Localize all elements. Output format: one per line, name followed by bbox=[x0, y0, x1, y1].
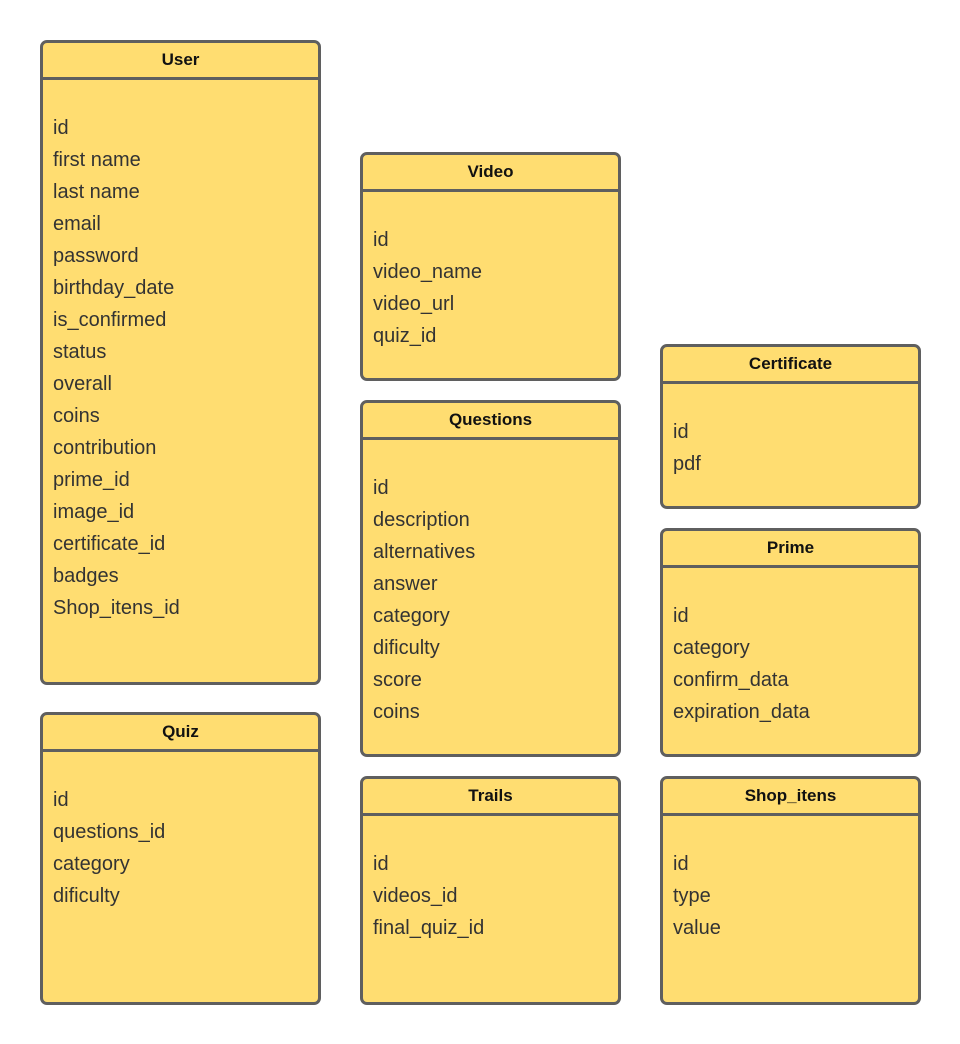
entity-field: status bbox=[53, 341, 107, 363]
entity-field: video_url bbox=[373, 293, 455, 315]
entity-field: email bbox=[53, 213, 101, 235]
entity-fields: id pdf bbox=[663, 384, 918, 480]
entity-field: first name bbox=[53, 149, 141, 171]
entity-field: overall bbox=[53, 373, 112, 395]
entity-field: description bbox=[373, 509, 470, 531]
entity-fields: id video_name video_url quiz_id bbox=[363, 192, 618, 352]
entity-field: badges bbox=[53, 565, 119, 587]
entity-field: questions_id bbox=[53, 821, 166, 843]
entity-field: id bbox=[373, 853, 389, 875]
entity-field: prime_id bbox=[53, 469, 130, 491]
entity-fields: id type value bbox=[663, 816, 918, 944]
entity-title: Quiz bbox=[43, 715, 318, 752]
entity-field: confirm_data bbox=[673, 669, 789, 691]
entity-title: Shop_itens bbox=[663, 779, 918, 816]
entity-fields: id questions_id category dificulty bbox=[43, 752, 318, 912]
entity-title: Questions bbox=[363, 403, 618, 440]
entity-field: birthday_date bbox=[53, 277, 175, 299]
entity-field: id bbox=[373, 229, 389, 251]
entity-field: id bbox=[373, 477, 389, 499]
entity-field: coins bbox=[373, 701, 420, 723]
entity-fields: id description alternatives answer category d… bbox=[363, 440, 618, 728]
entity-field: certificate_id bbox=[53, 533, 166, 555]
entity-video[interactable]: Video id video_name video_url quiz_id bbox=[360, 152, 621, 381]
entity-title: User bbox=[43, 43, 318, 80]
entity-field: alternatives bbox=[373, 541, 476, 563]
entity-title: Trails bbox=[363, 779, 618, 816]
entity-field: videos_id bbox=[373, 885, 458, 907]
entity-field: contribution bbox=[53, 437, 157, 459]
entity-field: answer bbox=[373, 573, 438, 595]
entity-field: quiz_id bbox=[373, 325, 437, 347]
entity-field: id bbox=[673, 605, 689, 627]
entity-field: score bbox=[373, 669, 422, 691]
entity-field: value bbox=[673, 917, 721, 939]
entity-field: is_confirmed bbox=[53, 309, 167, 331]
entity-title: Certificate bbox=[663, 347, 918, 384]
entity-user[interactable]: User id first name last name email password bi… bbox=[40, 40, 321, 685]
entity-title: Prime bbox=[663, 531, 918, 568]
entity-field: expiration_data bbox=[673, 701, 810, 723]
entity-field: Shop_itens_id bbox=[53, 597, 180, 619]
entity-field: last name bbox=[53, 181, 140, 203]
entity-field: dificulty bbox=[53, 885, 120, 907]
entity-field: final_quiz_id bbox=[373, 917, 485, 939]
entity-field: image_id bbox=[53, 501, 135, 523]
entity-field: id bbox=[673, 853, 689, 875]
entity-field: coins bbox=[53, 405, 100, 427]
entity-field: category bbox=[53, 853, 130, 875]
entity-field: category bbox=[373, 605, 450, 627]
entity-trails[interactable]: Trails id videos_id final_quiz_id bbox=[360, 776, 621, 1005]
entity-prime[interactable]: Prime id category confirm_data expiration_da… bbox=[660, 528, 921, 757]
entity-fields: id videos_id final_quiz_id bbox=[363, 816, 618, 944]
entity-field: video_name bbox=[373, 261, 482, 283]
entity-field: pdf bbox=[673, 453, 701, 475]
entity-field: id bbox=[673, 421, 689, 443]
entity-field: password bbox=[53, 245, 139, 267]
entity-questions[interactable]: Questions id description alternatives answer… bbox=[360, 400, 621, 757]
entity-field: category bbox=[673, 637, 750, 659]
entity-field: type bbox=[673, 885, 711, 907]
entity-quiz[interactable]: Quiz id questions_id category dificulty bbox=[40, 712, 321, 1005]
entity-certificate[interactable]: Certificate id pdf bbox=[660, 344, 921, 509]
entity-fields: id category confirm_data expiration_data bbox=[663, 568, 918, 728]
entity-field: id bbox=[53, 789, 69, 811]
entity-fields: id first name last name email password birthd… bbox=[43, 80, 318, 624]
entity-title: Video bbox=[363, 155, 618, 192]
entity-field: id bbox=[53, 117, 69, 139]
entity-field: dificulty bbox=[373, 637, 440, 659]
entity-shop-itens[interactable]: Shop_itensid type value bbox=[660, 776, 921, 1005]
